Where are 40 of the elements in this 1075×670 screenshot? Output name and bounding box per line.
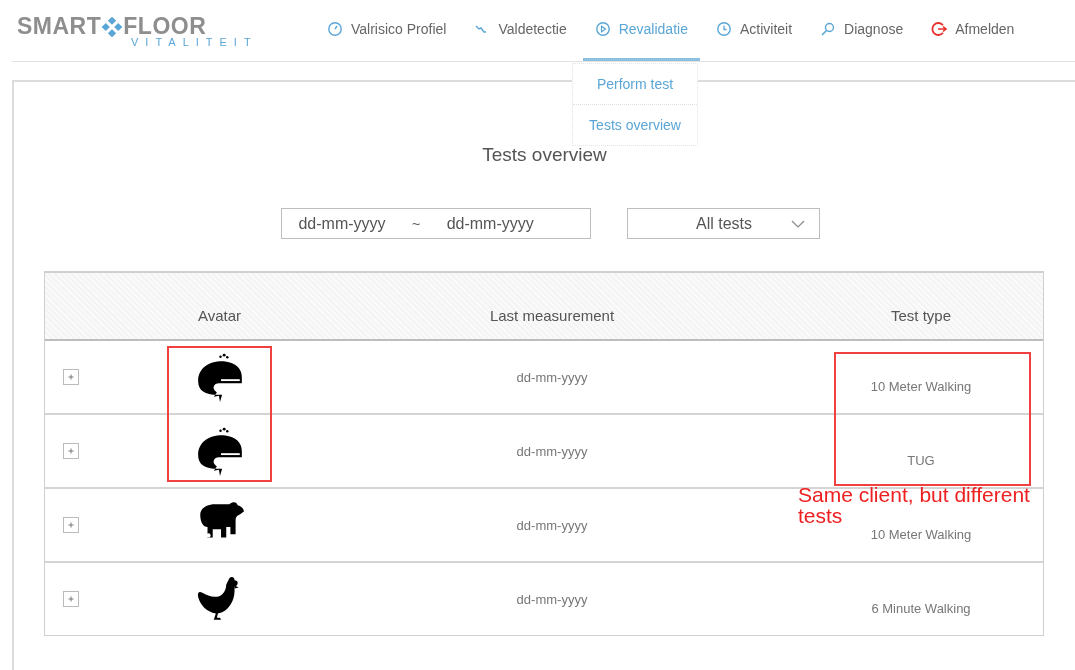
table-cell: TUG <box>907 452 935 468</box>
nav-tab[interactable]: Afmelden <box>919 0 1027 61</box>
chevron-down-icon <box>791 219 805 228</box>
search-icon <box>820 21 837 37</box>
annotation-note: Same client, but different tests <box>798 484 1031 526</box>
plus-icon <box>66 447 75 455</box>
plus-icon <box>66 521 75 529</box>
logo-tagline: VITALITEIT <box>131 36 259 48</box>
expand-toggle[interactable] <box>62 517 79 533</box>
logo-word: FLOOR <box>123 13 207 39</box>
table-cell: 10 Meter Walking <box>870 526 972 542</box>
play-icon <box>594 21 611 37</box>
table-cell: dd-mm-yyyy <box>516 443 588 459</box>
expand-toggle[interactable] <box>62 369 79 385</box>
column-header: Avatar <box>196 305 243 326</box>
test-type-dropdown[interactable]: All tests <box>627 208 820 239</box>
diamond-logo-icon <box>102 16 123 37</box>
column-header: Test type <box>890 305 952 326</box>
nav-tab[interactable]: Diagnose <box>808 0 916 61</box>
nav-tab[interactable]: Activiteit <box>703 0 805 61</box>
expand-toggle[interactable] <box>62 591 79 607</box>
range-separator: ~ <box>412 215 421 232</box>
table-cell: dd-mm-yyyy <box>516 369 588 385</box>
nav-tab[interactable]: Valrisico Profiel <box>315 0 459 61</box>
start-date-field[interactable]: dd-mm-yyyy <box>282 213 402 234</box>
column-header: Last measurement <box>488 305 616 326</box>
table-cell: 10 Meter Walking <box>870 378 972 394</box>
plus-icon <box>66 373 75 381</box>
nav-tab[interactable]: Valdetectie <box>462 0 579 61</box>
logo-word: SMART <box>17 13 102 40</box>
table-cell: 6 Minute Walking <box>871 600 971 616</box>
clock-icon <box>715 21 732 37</box>
logout-icon <box>931 21 948 37</box>
end-date-field[interactable]: dd-mm-yyyy <box>430 213 551 234</box>
table-cell: dd-mm-yyyy <box>516 591 588 607</box>
gauge-icon <box>327 21 343 37</box>
expand-toggle[interactable] <box>62 443 79 459</box>
plus-icon <box>66 595 75 603</box>
page-title: Tests overview <box>482 144 607 166</box>
table-cell: dd-mm-yyyy <box>516 517 588 533</box>
